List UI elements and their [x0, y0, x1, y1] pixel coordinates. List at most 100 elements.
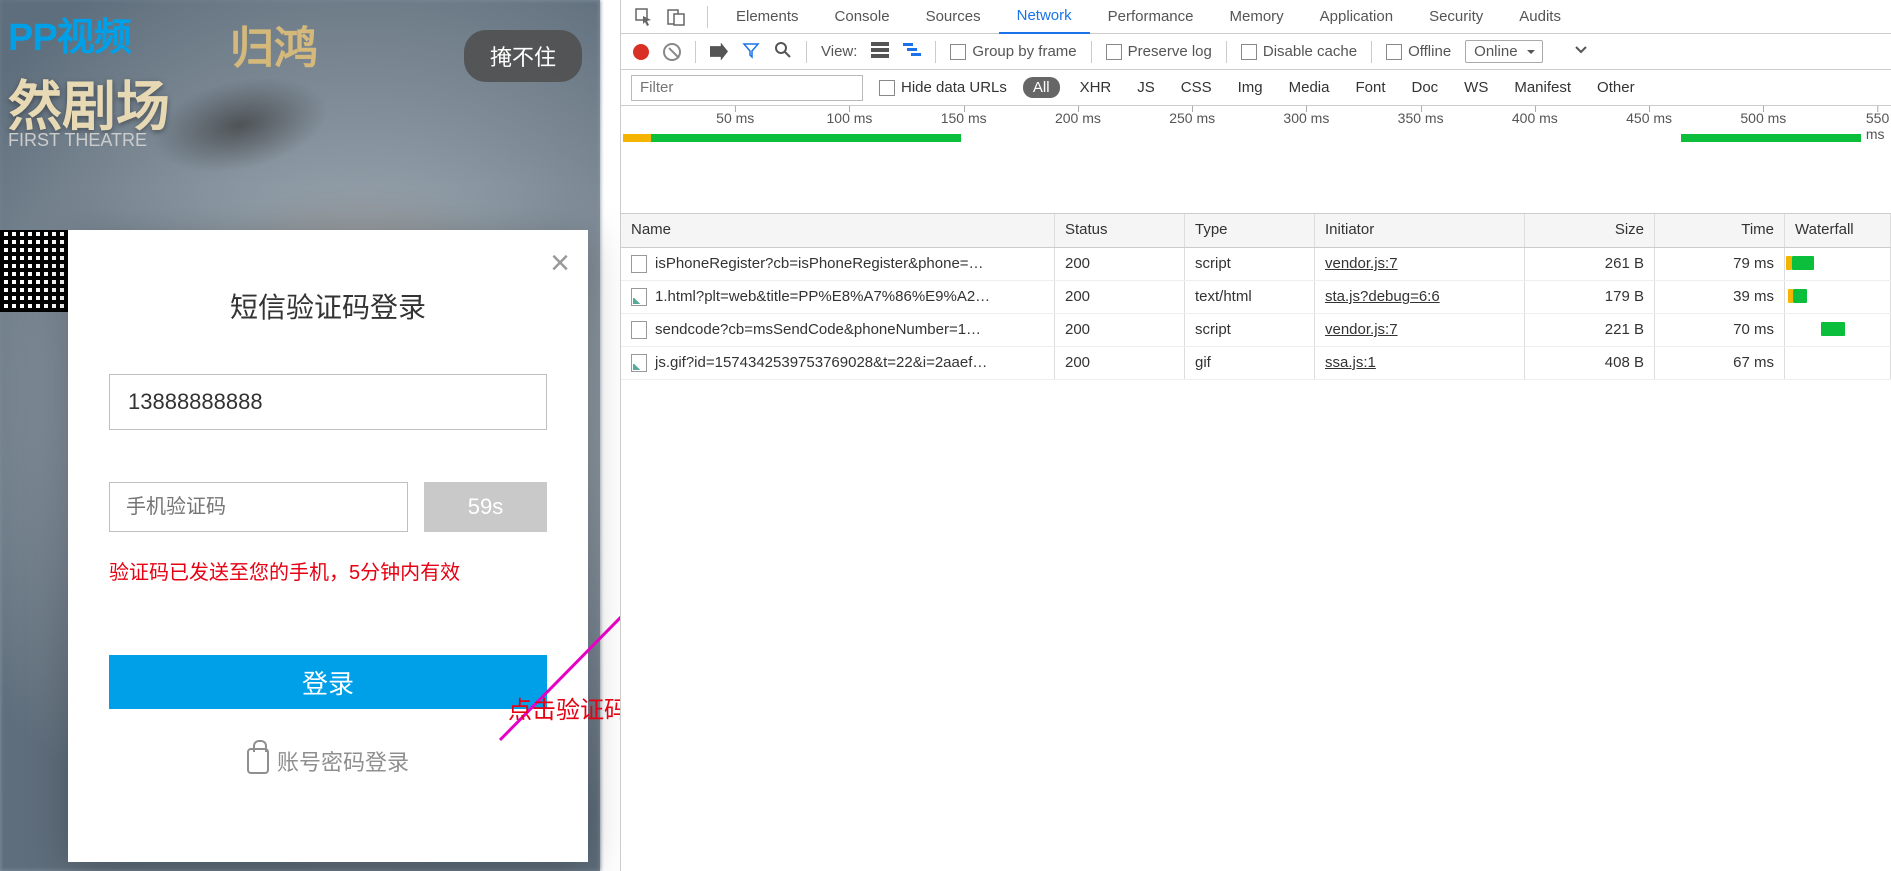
tab-network[interactable]: Network	[999, 0, 1090, 34]
group-by-frame-checkbox[interactable]: Group by frame	[950, 43, 1076, 60]
col-status[interactable]: Status	[1055, 214, 1185, 247]
col-name[interactable]: Name	[621, 214, 1055, 247]
type-cell: text/html	[1185, 281, 1315, 313]
size-cell: 179 B	[1525, 281, 1655, 313]
request-name: 1.html?plt=web&title=PP%E8%A7%86%E9%A2…	[655, 288, 990, 305]
devtools-panel: ElementsConsoleSourcesNetworkPerformance…	[620, 0, 1891, 871]
filter-type-img[interactable]: Img	[1232, 77, 1269, 98]
initiator-link[interactable]: sta.js?debug=6:6	[1325, 288, 1440, 305]
timeline-segment	[651, 134, 961, 142]
network-table-header[interactable]: Name Status Type Initiator Size Time Wat…	[621, 214, 1891, 248]
col-initiator[interactable]: Initiator	[1315, 214, 1525, 247]
tab-sources[interactable]: Sources	[908, 0, 999, 34]
file-icon	[631, 255, 647, 273]
filter-funnel-icon[interactable]	[742, 41, 760, 63]
col-type[interactable]: Type	[1185, 214, 1315, 247]
timeline-tick: 450 ms	[1626, 110, 1672, 126]
site-logo[interactable]: PP视频	[8, 6, 131, 61]
video-site-pane: PP视频 归鸿 然剧场 FIRST THEATRE 掩不住 × 短信验证码登录 …	[0, 0, 600, 871]
record-icon[interactable]	[633, 44, 649, 60]
offline-checkbox[interactable]: Offline	[1386, 43, 1451, 60]
password-login-link[interactable]: 账号密码登录	[68, 745, 588, 777]
timeline-segment	[623, 134, 651, 142]
filter-input[interactable]	[631, 75, 863, 101]
table-row[interactable]: sendcode?cb=msSendCode&phoneNumber=1… 200…	[621, 314, 1891, 347]
timeline-tick: 250 ms	[1169, 110, 1215, 126]
throttling-select[interactable]: Online	[1465, 40, 1542, 63]
table-row[interactable]: isPhoneRegister?cb=isPhoneRegister&phone…	[621, 248, 1891, 281]
large-rows-icon[interactable]	[871, 42, 889, 62]
timeline-tick: 400 ms	[1512, 110, 1558, 126]
tab-memory[interactable]: Memory	[1212, 0, 1302, 34]
timeline-tick: 300 ms	[1283, 110, 1329, 126]
tab-audits[interactable]: Audits	[1501, 0, 1579, 34]
sms-code-input[interactable]	[109, 482, 408, 532]
sent-message: 验证码已发送至您的手机，5分钟内有效	[109, 556, 547, 585]
initiator-link[interactable]: vendor.js:7	[1325, 321, 1398, 338]
filter-type-all[interactable]: All	[1023, 77, 1060, 98]
filter-type-doc[interactable]: Doc	[1405, 77, 1444, 98]
chevron-down-icon[interactable]	[1575, 43, 1587, 60]
password-login-label: 账号密码登录	[277, 745, 409, 777]
table-row[interactable]: 1.html?plt=web&title=PP%E8%A7%86%E9%A2… 2…	[621, 281, 1891, 314]
network-timeline[interactable]: 50 ms100 ms150 ms200 ms250 ms300 ms350 m…	[621, 106, 1891, 214]
screenshot-icon[interactable]	[710, 43, 728, 61]
filter-type-js[interactable]: JS	[1131, 77, 1161, 98]
disable-cache-checkbox[interactable]: Disable cache	[1241, 43, 1357, 60]
modal-title: 短信验证码登录	[68, 286, 588, 326]
tab-elements[interactable]: Elements	[718, 0, 817, 34]
show-name: 归鸿	[230, 12, 318, 76]
initiator-link[interactable]: ssa.js:1	[1325, 354, 1376, 371]
close-icon[interactable]: ×	[550, 244, 570, 283]
timeline-tick: 50 ms	[716, 110, 754, 126]
size-cell: 408 B	[1525, 347, 1655, 379]
filter-type-other[interactable]: Other	[1591, 77, 1641, 98]
sms-login-modal: × 短信验证码登录 59s 验证码已发送至您的手机，5分钟内有效 登录 账号密码…	[68, 230, 588, 862]
filter-type-media[interactable]: Media	[1283, 77, 1336, 98]
preserve-log-checkbox[interactable]: Preserve log	[1106, 43, 1212, 60]
size-cell: 261 B	[1525, 248, 1655, 280]
send-code-button[interactable]: 59s	[424, 482, 547, 532]
device-toggle-icon[interactable]	[665, 6, 687, 28]
file-icon	[631, 354, 647, 372]
file-icon	[631, 288, 647, 306]
search-icon[interactable]	[774, 41, 792, 63]
tab-performance[interactable]: Performance	[1090, 0, 1212, 34]
status-cell: 200	[1055, 281, 1185, 313]
tab-console[interactable]: Console	[817, 0, 908, 34]
clear-icon[interactable]	[663, 43, 681, 61]
request-name: sendcode?cb=msSendCode&phoneNumber=1…	[655, 321, 981, 338]
col-size[interactable]: Size	[1525, 214, 1655, 247]
network-filter-bar: Hide data URLs All XHR JS CSS Img Media Font Do…	[621, 70, 1891, 106]
view-label: View:	[821, 43, 857, 60]
waterfall-view-icon[interactable]	[903, 42, 921, 62]
filter-type-ws[interactable]: WS	[1458, 77, 1494, 98]
login-button[interactable]: 登录	[109, 655, 547, 709]
time-cell: 79 ms	[1655, 248, 1785, 280]
tab-application[interactable]: Application	[1302, 0, 1411, 34]
devtools-tabbar: ElementsConsoleSourcesNetworkPerformance…	[621, 0, 1891, 34]
timeline-tick: 350 ms	[1398, 110, 1444, 126]
status-cell: 200	[1055, 347, 1185, 379]
table-row[interactable]: js.gif?id=1574342539753769028&t=22&i=2aa…	[621, 347, 1891, 380]
pill-button[interactable]: 掩不住	[464, 30, 582, 82]
inspect-icon[interactable]	[633, 6, 655, 28]
col-waterfall[interactable]: Waterfall	[1785, 214, 1891, 247]
timeline-tick: 100 ms	[826, 110, 872, 126]
timeline-tick: 500 ms	[1740, 110, 1786, 126]
hide-data-urls-checkbox[interactable]: Hide data URLs	[879, 79, 1007, 96]
col-time[interactable]: Time	[1655, 214, 1785, 247]
time-cell: 67 ms	[1655, 347, 1785, 379]
timeline-tick: 150 ms	[941, 110, 987, 126]
filter-type-xhr[interactable]: XHR	[1074, 77, 1118, 98]
initiator-link[interactable]: vendor.js:7	[1325, 255, 1398, 272]
status-cell: 200	[1055, 314, 1185, 346]
timeline-segment	[1681, 134, 1861, 142]
type-cell: gif	[1185, 347, 1315, 379]
filter-type-css[interactable]: CSS	[1175, 77, 1218, 98]
phone-input[interactable]	[109, 374, 547, 430]
qr-code-corner[interactable]	[0, 230, 68, 312]
filter-type-font[interactable]: Font	[1349, 77, 1391, 98]
tab-security[interactable]: Security	[1411, 0, 1501, 34]
filter-type-manifest[interactable]: Manifest	[1508, 77, 1577, 98]
